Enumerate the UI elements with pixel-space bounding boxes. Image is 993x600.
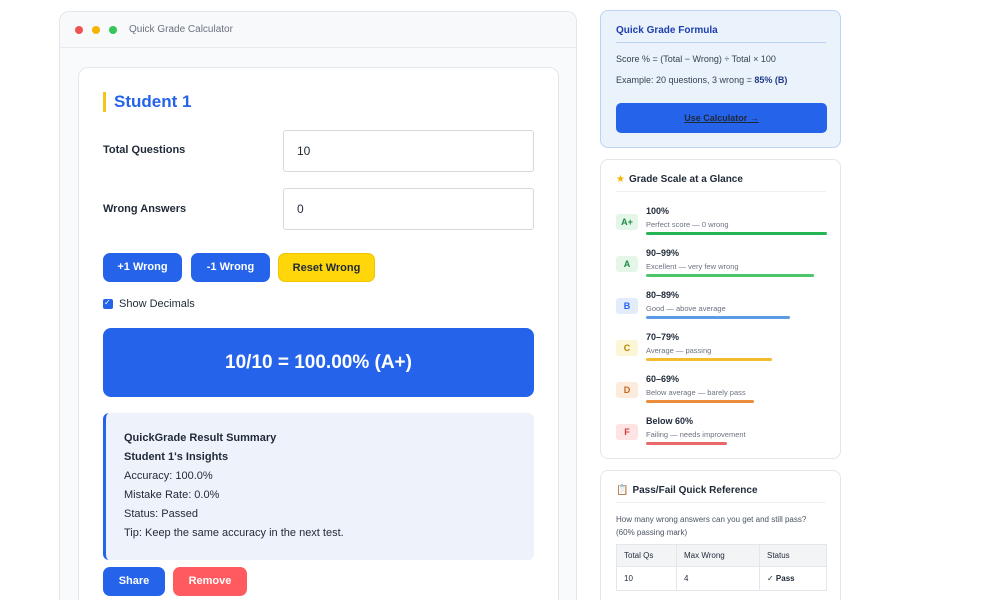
grade-scale-title: Grade Scale at a Glance bbox=[628, 174, 743, 185]
formula-example: Example: 20 questions, 3 wrong = 85% (B) bbox=[616, 75, 826, 85]
grade-row: A 90–99% Excellent — very few wrong bbox=[616, 248, 828, 284]
grade-range: Below 60% bbox=[646, 416, 694, 426]
grade-bar bbox=[646, 358, 772, 361]
grade-bar bbox=[646, 232, 827, 235]
grade-description: Below average — barely pass bbox=[646, 388, 746, 397]
pass-fail-header: 📋 Pass/Fail Quick Reference bbox=[616, 485, 826, 503]
grade-row: B 80–89% Good — above average bbox=[616, 290, 828, 326]
grade-range: 70–79% bbox=[646, 332, 680, 342]
example-prefix: Example: 20 questions, 3 wrong = bbox=[616, 75, 755, 85]
grade-badge: B bbox=[616, 298, 638, 314]
mistake-rate-text: Mistake Rate: 0.0% bbox=[124, 489, 220, 501]
grade-row: F Below 60% Failing — needs improvement bbox=[616, 416, 828, 452]
example-result: 85% (B) bbox=[754, 75, 788, 85]
grade-description: Failing — needs improvement bbox=[646, 430, 746, 439]
table-header-row: Total Qs Max Wrong Status bbox=[616, 544, 827, 567]
grade-bar bbox=[646, 400, 754, 403]
grade-badge: D bbox=[616, 382, 638, 398]
grade-range: 100% bbox=[646, 206, 670, 216]
window-titlebar: Quick Grade Calculator bbox=[60, 12, 576, 48]
star-icon: ★ bbox=[616, 174, 625, 185]
minimize-window-dot-icon[interactable] bbox=[92, 25, 100, 34]
page: Quick Grade Calculator Student 1 Total Q… bbox=[0, 0, 993, 600]
grade-badge: A+ bbox=[616, 214, 638, 230]
grade-scale-panel: ★ Grade Scale at a Glance A+ 100% Perfect … bbox=[600, 159, 841, 459]
grade-result-banner: 10/10 = 100.00% (A+) bbox=[103, 328, 534, 397]
wrong-answers-label: Wrong Answers bbox=[103, 203, 187, 215]
reset-wrong-button[interactable]: Reset Wrong bbox=[278, 253, 375, 282]
grade-description: Perfect score — 0 wrong bbox=[646, 220, 729, 229]
total-qs-cell: 10 bbox=[616, 566, 677, 591]
subtract-wrong-button[interactable]: -1 Wrong bbox=[191, 253, 270, 282]
table-row: 10 4 ✓ Pass bbox=[616, 566, 827, 591]
formula-text: Score % = (Total − Wrong) ÷ Total × 100 bbox=[616, 54, 776, 64]
grade-badge: C bbox=[616, 340, 638, 356]
total-questions-label: Total Questions bbox=[103, 144, 186, 156]
grade-range: 80–89% bbox=[646, 290, 680, 300]
remove-button[interactable]: Remove bbox=[173, 567, 247, 596]
grade-badge: F bbox=[616, 424, 638, 440]
pass-fail-title: Pass/Fail Quick Reference bbox=[632, 485, 758, 496]
pass-fail-table: Total Qs Max Wrong Status 10 4 ✓ Pass bbox=[616, 544, 827, 591]
header-status: Status bbox=[759, 544, 827, 567]
pass-fail-description: How many wrong answers can you get and s… bbox=[616, 515, 807, 537]
grade-description: Good — above average bbox=[646, 304, 726, 313]
show-decimals-checkbox[interactable] bbox=[103, 298, 113, 309]
grade-badge: A bbox=[616, 256, 638, 272]
accuracy-text: Accuracy: 100.0% bbox=[124, 470, 213, 482]
grade-bar bbox=[646, 442, 727, 445]
status-text: Status: Passed bbox=[124, 508, 198, 520]
use-calculator-button[interactable]: Use Calculator → bbox=[616, 103, 827, 133]
max-wrong-cell: 4 bbox=[676, 566, 760, 591]
grade-range: 90–99% bbox=[646, 248, 680, 258]
status-cell: ✓ Pass bbox=[759, 566, 827, 591]
show-decimals-label: Show Decimals bbox=[119, 298, 195, 310]
grade-scale-header: ★ Grade Scale at a Glance bbox=[616, 174, 826, 192]
share-button[interactable]: Share bbox=[103, 567, 165, 596]
grade-bar bbox=[646, 274, 814, 277]
result-summary-box: QuickGrade Result Summary Student 1's In… bbox=[103, 413, 534, 560]
show-decimals-row[interactable]: Show Decimals bbox=[103, 298, 195, 310]
summary-title: QuickGrade Result Summary bbox=[124, 432, 277, 444]
student-card: Student 1 Total Questions 10 Wrong Answe… bbox=[78, 67, 559, 600]
total-questions-input[interactable]: 10 bbox=[283, 130, 534, 172]
window-title: Quick Grade Calculator bbox=[129, 24, 233, 35]
grade-row: C 70–79% Average — passing bbox=[616, 332, 828, 368]
pass-fail-panel: 📋 Pass/Fail Quick Reference How many wro… bbox=[600, 470, 841, 600]
clipboard-icon: 📋 bbox=[616, 485, 629, 496]
close-window-dot-icon[interactable] bbox=[75, 25, 83, 34]
formula-panel: Quick Grade Formula Score % = (Total − W… bbox=[600, 10, 841, 148]
grade-description: Excellent — very few wrong bbox=[646, 262, 739, 271]
grade-range: 60–69% bbox=[646, 374, 680, 384]
tip-text: Tip: Keep the same accuracy in the next … bbox=[124, 527, 344, 539]
grade-bar bbox=[646, 316, 790, 319]
grade-description: Average — passing bbox=[646, 346, 712, 355]
grade-row: A+ 100% Perfect score — 0 wrong bbox=[616, 206, 828, 242]
header-total-qs: Total Qs bbox=[616, 544, 677, 567]
header-max-wrong: Max Wrong bbox=[676, 544, 760, 567]
maximize-window-dot-icon[interactable] bbox=[109, 25, 117, 34]
student-heading: Student 1 bbox=[103, 92, 191, 112]
wrong-answers-input[interactable]: 0 bbox=[283, 188, 534, 230]
formula-title: Quick Grade Formula bbox=[616, 25, 826, 43]
calculator-window: Quick Grade Calculator Student 1 Total Q… bbox=[59, 11, 577, 600]
grade-row: D 60–69% Below average — barely pass bbox=[616, 374, 828, 410]
add-wrong-button[interactable]: +1 Wrong bbox=[103, 253, 182, 282]
insights-title: Student 1's Insights bbox=[124, 451, 229, 463]
